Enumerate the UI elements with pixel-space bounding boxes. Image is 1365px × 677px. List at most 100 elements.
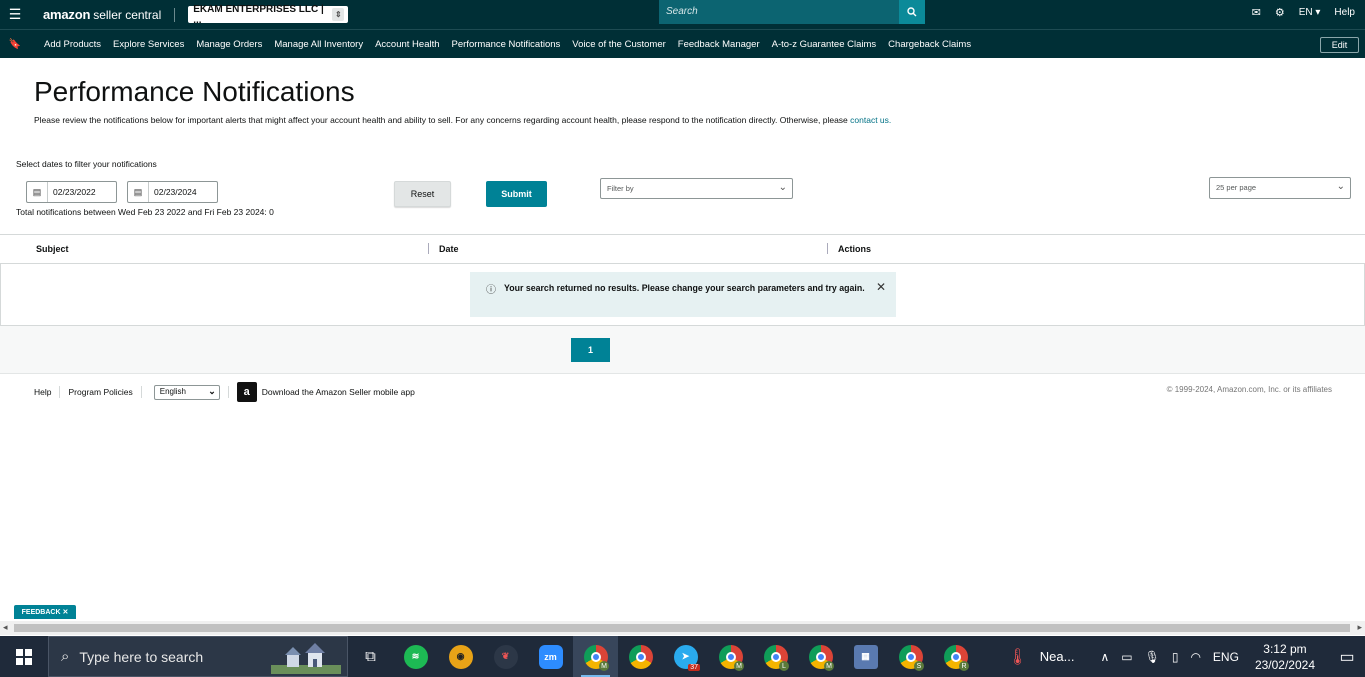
chevron-down-icon: ⌄ <box>778 182 787 193</box>
column-actions[interactable]: Actions <box>838 244 871 254</box>
nav-item-explore-services[interactable]: Explore Services <box>113 39 184 50</box>
chrome-icon[interactable]: S <box>888 636 933 677</box>
column-date[interactable]: Date <box>439 244 459 254</box>
footer-divider <box>140 386 142 398</box>
chrome-icon[interactable]: R <box>933 636 978 677</box>
per-page-select[interactable]: 25 per page ⌄ <box>1209 177 1351 199</box>
total-notifications-text: Total notifications between Wed Feb 23 2… <box>16 207 274 217</box>
chevron-down-icon: ⌄ <box>1336 181 1345 192</box>
updown-arrow-icon: ⇕ <box>332 8 345 21</box>
table-header: Subject Date Actions <box>0 234 1365 264</box>
app-icon[interactable]: ◉ <box>438 636 483 677</box>
seller-central-logo[interactable]: amazon seller central <box>43 7 161 22</box>
filter-by-select[interactable]: Filter by ⌄ <box>600 178 793 199</box>
telegram-badge: 37 <box>688 664 700 671</box>
calendar-icon[interactable]: ▤ <box>27 182 48 202</box>
chrome-icon[interactable]: L <box>753 636 798 677</box>
logo-product: seller central <box>93 8 162 22</box>
chrome-icon[interactable]: M <box>708 636 753 677</box>
footer-help-link[interactable]: Help <box>34 387 51 397</box>
nav-item-account-health[interactable]: Account Health <box>375 39 439 50</box>
column-divider <box>827 243 828 254</box>
scroll-left-icon[interactable]: ◂ <box>3 622 8 633</box>
telegram-icon[interactable]: ➤ 37 <box>663 636 708 677</box>
scroll-right-icon[interactable]: ▸ <box>1357 622 1362 633</box>
spotify-icon[interactable]: ≋ <box>393 636 438 677</box>
chrome-profile-badge: M <box>734 661 744 671</box>
chrome-icon[interactable] <box>618 636 663 677</box>
calendar-icon[interactable]: ▤ <box>128 182 149 202</box>
language-selector[interactable]: EN ▾ <box>1299 7 1321 18</box>
nav-bar: 🔖 Add Products Explore Services Manage O… <box>0 29 1365 58</box>
feedback-button[interactable]: FEEDBACK ✕ <box>14 605 76 619</box>
horizontal-scrollbar[interactable]: ◂ ▸ <box>0 621 1365 635</box>
wifi-icon[interactable]: ◠ <box>1190 650 1200 664</box>
edit-nav-button[interactable]: Edit <box>1320 37 1359 53</box>
nav-item-performance-notifications[interactable]: Performance Notifications <box>452 39 561 50</box>
zoom-icon[interactable]: zm <box>528 636 573 677</box>
logo-brand: amazon <box>43 7 91 22</box>
footer-divider <box>59 386 61 398</box>
chrome-icon[interactable]: M <box>798 636 843 677</box>
battery-icon[interactable]: ▯ <box>1172 650 1179 664</box>
header-right-icons: ✉ ⚙ EN ▾ Help <box>1252 0 1355 24</box>
bookmark-icon[interactable]: 🔖 <box>0 39 30 50</box>
mail-icon[interactable]: ✉ <box>1252 6 1261 19</box>
search-icon[interactable] <box>899 0 925 24</box>
description-text: Please review the notifications below fo… <box>34 115 848 125</box>
language-indicator[interactable]: ENG <box>1213 650 1239 664</box>
windows-logo-icon <box>16 648 32 665</box>
search-icon: ⌕ <box>61 648 70 665</box>
nav-item-atoz-claims[interactable]: A-to-z Guarantee Claims <box>772 39 877 50</box>
nav-item-add-products[interactable]: Add Products <box>44 39 101 50</box>
page-title: Performance Notifications <box>34 76 355 107</box>
download-app-link[interactable]: Download the Amazon Seller mobile app <box>262 387 415 397</box>
contact-us-link[interactable]: contact us. <box>850 115 891 125</box>
search-highlight-illustration-icon <box>271 643 341 674</box>
microphone-icon[interactable]: 🎙 <box>1145 650 1160 664</box>
footer-language-value: English <box>159 386 186 396</box>
footer-program-policies-link[interactable]: Program Policies <box>68 387 132 397</box>
page-1-button[interactable]: 1 <box>571 338 610 362</box>
chrome-profile-badge: L <box>779 661 789 671</box>
help-link[interactable]: Help <box>1334 7 1355 18</box>
app-icon[interactable]: ❦ <box>483 636 528 677</box>
submit-button[interactable]: Submit <box>486 181 547 207</box>
date-from-value: 02/23/2022 <box>53 187 96 197</box>
windows-start-button[interactable] <box>0 636 48 677</box>
weather-icon[interactable]: 🌡 <box>1007 647 1027 667</box>
footer: Help Program Policies English ⌄ a Downlo… <box>34 382 415 402</box>
gear-icon[interactable]: ⚙ <box>1275 6 1285 19</box>
hamburger-menu-icon[interactable]: ☰ <box>0 0 30 29</box>
chrome-icon[interactable]: M <box>573 636 618 677</box>
account-switcher[interactable]: EKAM ENTERPRISES LLC | ... ⇕ <box>188 4 349 26</box>
chrome-profile-badge: S <box>914 661 924 671</box>
nav-item-chargeback-claims[interactable]: Chargeback Claims <box>888 39 971 50</box>
reset-button[interactable]: Reset <box>394 181 451 207</box>
notification-icon[interactable]: ▭ <box>1329 636 1365 677</box>
nav-item-feedback-manager[interactable]: Feedback Manager <box>678 39 760 50</box>
chevron-up-icon[interactable]: ∧ <box>1100 650 1109 664</box>
footer-language-select[interactable]: English ⌄ <box>153 384 220 400</box>
no-results-message: Your search returned no results. Please … <box>504 283 865 293</box>
nav-item-manage-inventory[interactable]: Manage All Inventory <box>274 39 363 50</box>
close-icon[interactable]: ✕ <box>876 280 886 294</box>
system-tray: 🌡 Nea... ∧ ▭ 🎙 ▯ ◠ ENG 3:12 pm 23/02/202… <box>1001 636 1365 677</box>
task-view-icon[interactable]: ⧉ <box>348 636 393 677</box>
taskbar-search-input[interactable]: ⌕ Type here to search <box>48 636 348 677</box>
nav-items: Add Products Explore Services Manage Ord… <box>44 39 971 50</box>
nav-item-voice-of-customer[interactable]: Voice of the Customer <box>572 39 665 50</box>
nav-item-manage-orders[interactable]: Manage Orders <box>196 39 262 50</box>
clock[interactable]: 3:12 pm 23/02/2024 <box>1255 641 1315 673</box>
camera-icon[interactable]: ▭ <box>1121 650 1132 664</box>
pagination-area <box>0 326 1365 374</box>
column-subject[interactable]: Subject <box>36 244 69 254</box>
search-input[interactable]: Search <box>659 0 899 24</box>
weather-text[interactable]: Nea... <box>1040 649 1075 664</box>
date-from-input[interactable]: ▤ 02/23/2022 <box>26 181 117 203</box>
filter-label: Select dates to filter your notification… <box>16 159 157 169</box>
scrollbar-thumb[interactable] <box>14 624 1350 632</box>
amazon-app-icon[interactable]: a <box>236 382 257 402</box>
calculator-icon[interactable]: ▦ <box>843 636 888 677</box>
date-to-input[interactable]: ▤ 02/23/2024 <box>127 181 218 203</box>
